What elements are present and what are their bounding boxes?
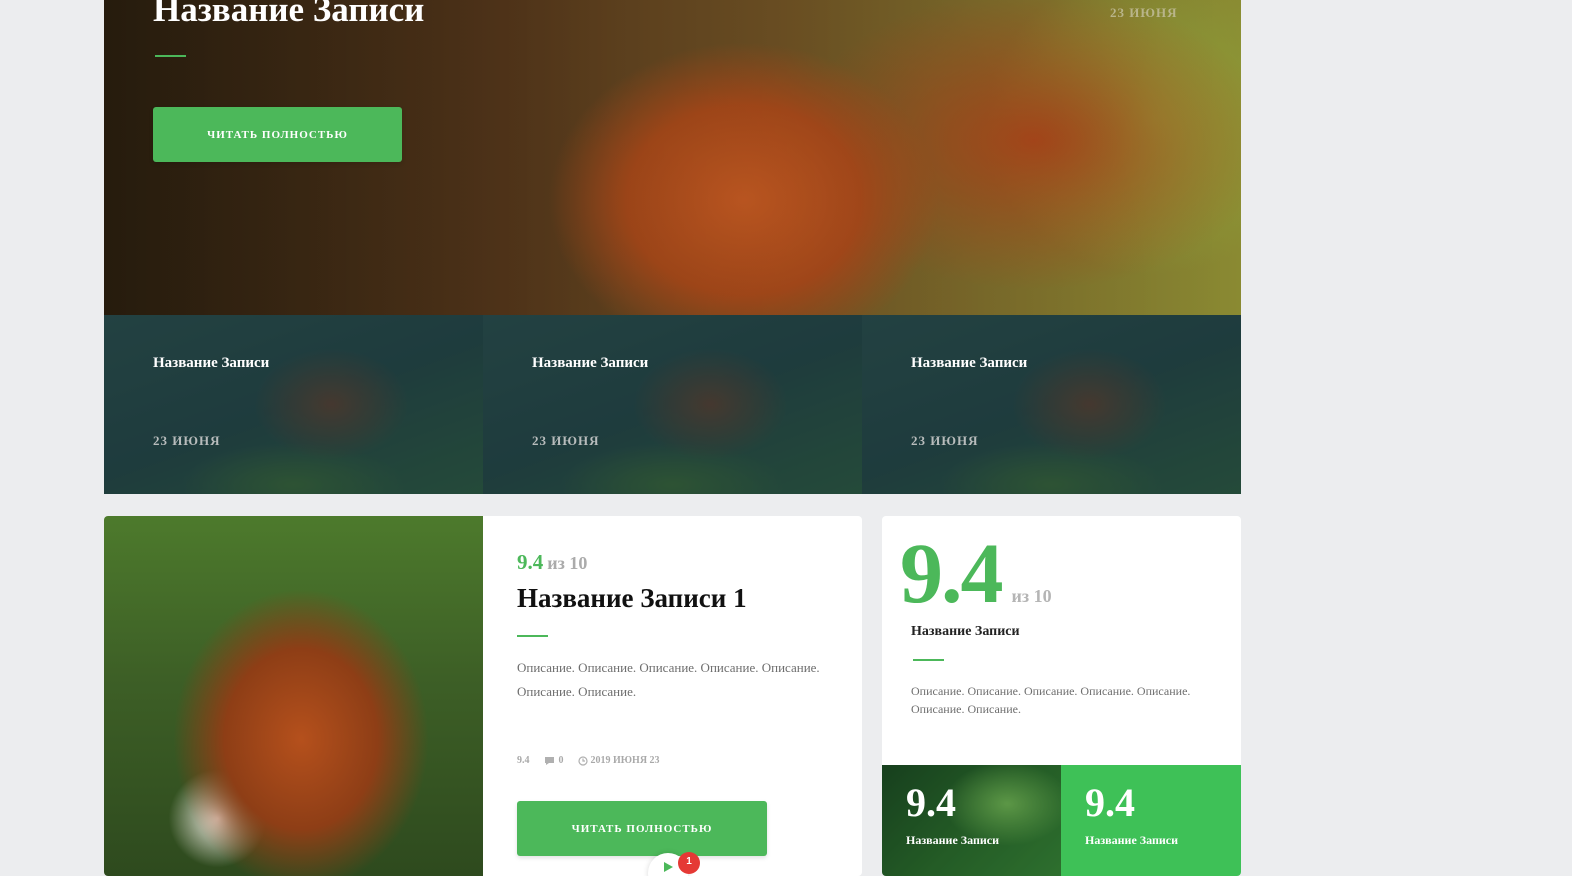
comment-icon: [544, 756, 554, 765]
hero-title[interactable]: Название Записи: [153, 0, 424, 30]
meta-comments-count: 0: [558, 755, 564, 766]
big-score: 9.4: [900, 525, 1003, 621]
review-score: 9.4: [517, 550, 544, 574]
mini-tile-title[interactable]: Название Записи: [906, 833, 999, 848]
score-card-accent-line: [913, 659, 944, 661]
mini-tile-2[interactable]: 9.4 Название Записи: [1061, 765, 1241, 876]
thumb-title[interactable]: Название Записи: [153, 355, 269, 372]
thumb-date: 23 июня: [532, 433, 600, 448]
play-icon: [664, 862, 673, 872]
review-accent-line: [517, 635, 548, 637]
mini-tile-title[interactable]: Название Записи: [1085, 833, 1178, 848]
meta-date-text: 2019 июня 23: [590, 755, 660, 766]
big-score-suffix: из 10: [1011, 586, 1052, 606]
review-description: Описание. Описание. Описание. Описание. …: [517, 660, 820, 699]
review-meta: 9.4 0 2019 июня 23: [517, 755, 660, 766]
review-card: 9.4 из 10 Название Записи 1 Описание. Оп…: [104, 516, 862, 876]
review-read-more-button[interactable]: читать полностью: [517, 801, 767, 856]
big-score-line: 9.4 из 10: [900, 528, 1052, 618]
score-card-description: Описание. Описание. Описание. Описание. …: [911, 684, 1191, 716]
score-card: 9.4 из 10 Название Записи Описание. Опис…: [882, 516, 1241, 876]
thumb-date: 23 июня: [153, 433, 221, 448]
hero-accent-line: [155, 55, 186, 57]
review-score-line: 9.4 из 10: [517, 550, 587, 575]
clock-icon: [577, 755, 588, 766]
thumb-card-3[interactable]: Название Записи 23 июня: [862, 315, 1241, 494]
review-score-suffix: из 10: [547, 553, 588, 573]
thumb-title[interactable]: Название Записи: [911, 355, 1027, 372]
hero-image[interactable]: Название Записи читать полностью 23 июня: [104, 0, 1241, 315]
thumb-card-2[interactable]: Название Записи 23 июня: [483, 315, 862, 494]
review-card-image[interactable]: [104, 516, 483, 876]
score-card-title[interactable]: Название Записи: [911, 624, 1020, 640]
thumb-card-1[interactable]: Название Записи 23 июня: [104, 315, 483, 494]
thumb-title[interactable]: Название Записи: [532, 355, 648, 372]
thumb-date: 23 июня: [911, 433, 979, 448]
notification-badge: 1: [678, 852, 700, 874]
meta-date: 2019 июня 23: [577, 755, 660, 766]
mini-tile-1[interactable]: 9.4 Название Записи: [882, 765, 1061, 876]
review-title[interactable]: Название Записи 1: [517, 583, 747, 614]
meta-rating: 9.4: [517, 755, 530, 766]
hero-date: 23 июня: [1110, 5, 1178, 20]
mini-tile-score: 9.4: [1085, 780, 1135, 825]
hero-read-more-button[interactable]: читать полностью: [153, 107, 402, 162]
mini-tile-score: 9.4: [906, 780, 956, 825]
meta-comments[interactable]: 0: [544, 755, 564, 766]
